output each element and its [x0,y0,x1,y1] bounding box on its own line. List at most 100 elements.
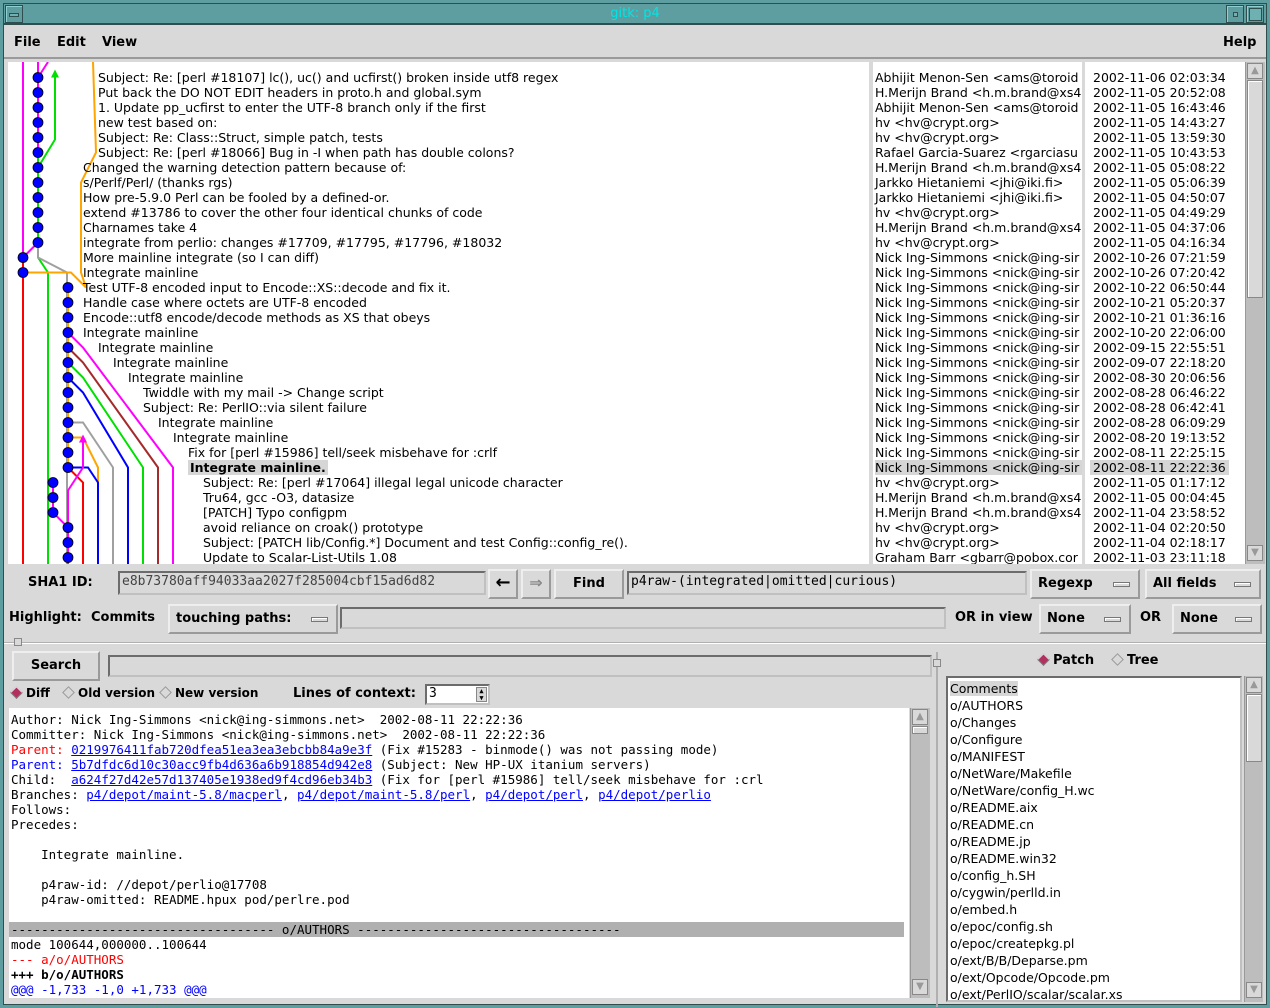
commit-node[interactable] [62,297,74,308]
commit-node[interactable] [62,402,74,413]
commit-row-subject[interactable]: Integrate mainline [173,430,288,445]
commit-row-subject[interactable]: avoid reliance on croak() prototype [203,520,423,535]
find-type-dropdown[interactable]: Regexp [1030,569,1140,599]
scroll-up-arrow-icon[interactable]: ▲ [1246,677,1262,693]
commit-row-author[interactable]: H.Merijn Brand <h.m.brand@xs4 [875,85,1082,100]
file-list-item[interactable]: o/MANIFEST [950,749,1025,764]
highlight-paths-input[interactable] [340,607,946,629]
commit-node[interactable] [62,522,74,533]
commit-node[interactable] [17,252,29,263]
commit-row-author[interactable]: Nick Ing-Simmons <nick@ing-sir [875,280,1082,295]
file-list-item[interactable]: o/AUTHORS [950,698,1023,713]
commit-row-author[interactable]: Nick Ing-Simmons <nick@ing-sir [875,385,1082,400]
commit-details-text[interactable]: Author: Nick Ing-Simmons <nick@ing-simmo… [9,708,909,998]
commit-row-subject[interactable]: Subject: Re: PerlIO::via silent failure [143,400,367,415]
commit-row-date[interactable]: 2002-10-20 22:06:00 [1090,325,1229,340]
commit-node[interactable] [62,552,74,563]
menu-help[interactable]: Help [1223,35,1256,50]
scroll-down-arrow-icon[interactable]: ▼ [912,979,928,995]
commit-row-author[interactable]: hv <hv@crypt.org> [875,235,1082,250]
tree-radio[interactable]: Tree [1111,653,1158,668]
commit-row-date[interactable]: 2002-11-05 04:49:29 [1090,205,1229,220]
file-list[interactable]: Comments o/AUTHORS o/Changes o/Configure o/M… [946,676,1242,1002]
commit-row-subject[interactable]: Put back the DO NOT EDIT headers in prot… [98,85,482,100]
commit-row-subject[interactable]: Update to Scalar-List-Utils 1.08 [203,550,397,564]
file-list-item[interactable]: o/README.cn [950,817,1034,832]
commit-row-author[interactable]: Nick Ing-Simmons <nick@ing-sir [875,460,1082,475]
commit-row-subject[interactable]: Subject: Re: [perl #17064] illegal legal… [203,475,563,490]
commit-node[interactable] [62,357,74,368]
details-scrollbar[interactable]: ▲ ▼ [910,708,930,998]
commit-row-author[interactable]: Nick Ing-Simmons <nick@ing-sir [875,325,1082,340]
spinbox-arrows-icon[interactable]: ▲ ▼ [476,687,487,702]
or-dropdown[interactable]: None [1172,604,1262,634]
scroll-thumb[interactable] [1246,694,1262,762]
commit-row-date[interactable]: 2002-10-21 01:36:16 [1090,310,1229,325]
commit-row-date[interactable]: 2002-09-15 22:55:51 [1090,340,1229,355]
commit-row-author[interactable]: Nick Ing-Simmons <nick@ing-sir [875,370,1082,385]
old-version-radio[interactable]: Old version [62,686,155,700]
maximize-button[interactable] [1246,5,1264,23]
commit-row-date[interactable]: 2002-11-05 04:37:06 [1090,220,1229,235]
commit-row-subject[interactable]: Integrate mainline [83,265,198,280]
scroll-up-arrow-icon[interactable]: ▲ [912,709,928,725]
commit-row-date[interactable]: 2002-11-04 02:20:50 [1090,520,1229,535]
sash-handle[interactable] [933,659,941,667]
branch-link[interactable]: p4/depot/maint-5.8/perl [297,787,470,802]
commit-row-author[interactable]: hv <hv@crypt.org> [875,115,1082,130]
search-input[interactable] [108,655,932,677]
file-list-item[interactable]: o/epoc/config.sh [950,919,1053,934]
vertical-pane-divider[interactable] [936,652,938,1007]
commit-row-date[interactable]: 2002-11-05 20:52:08 [1090,85,1229,100]
highlight-mode-dropdown[interactable]: touching paths: [168,604,338,634]
commit-row-subject[interactable]: Integrate mainline [113,355,228,370]
commit-row-author[interactable]: Nick Ing-Simmons <nick@ing-sir [875,310,1082,325]
commit-row-date[interactable]: 2002-11-05 05:08:22 [1090,160,1229,175]
commit-row-author[interactable]: Nick Ing-Simmons <nick@ing-sir [875,340,1082,355]
parent-sha-link[interactable]: 0219976411fab720dfea51ea3ea3ebcbb84a9e3f [71,742,372,757]
commit-row-date[interactable]: 2002-11-05 05:06:39 [1090,175,1229,190]
commit-row-author[interactable]: hv <hv@crypt.org> [875,520,1082,535]
commit-node[interactable] [47,507,59,518]
file-list-item[interactable]: o/epoc/createpkg.pl [950,936,1074,951]
child-sha-link[interactable]: a624f27d42e57d137405e1938ed9f4cd96eb34b3 [71,772,372,787]
sash-handle[interactable] [14,638,22,646]
commit-row-author[interactable]: Nick Ing-Simmons <nick@ing-sir [875,250,1082,265]
branch-link[interactable]: p4/depot/maint-5.8/macperl [86,787,282,802]
commit-row-date[interactable]: 2002-11-04 02:18:17 [1090,535,1229,550]
commit-row-date[interactable]: 2002-10-21 05:20:37 [1090,295,1229,310]
commit-node[interactable] [32,132,44,143]
back-button[interactable]: ← [488,569,518,599]
commit-node[interactable] [32,192,44,203]
commit-node[interactable] [17,267,29,278]
commit-row-author[interactable]: Rafael Garcia-Suarez <rgarciasu [875,145,1082,160]
file-list-item[interactable]: o/README.jp [950,834,1031,849]
commit-row-date[interactable]: 2002-08-30 20:06:56 [1090,370,1229,385]
scroll-thumb[interactable] [912,726,928,734]
scroll-down-arrow-icon[interactable]: ▼ [1246,982,1262,998]
find-button[interactable]: Find [554,569,624,599]
commit-node[interactable] [32,207,44,218]
commit-row-date[interactable]: 2002-11-05 16:43:46 [1090,100,1229,115]
branch-link[interactable]: p4/depot/perlio [598,787,711,802]
diff-radio[interactable]: Diff [10,686,50,700]
file-list-item[interactable]: o/cygwin/perlld.in [950,885,1061,900]
file-list-item[interactable]: o/ext/PerlIO/scalar/scalar.xs [950,987,1123,1000]
commit-node[interactable] [47,477,59,488]
commit-row-subject[interactable]: Subject: [PATCH lib/Config.*] Document a… [203,535,628,550]
commit-node[interactable] [62,462,74,473]
commit-row-subject[interactable]: Integrate mainline [83,325,198,340]
patch-radio[interactable]: Patch [1037,653,1094,668]
commit-row-subject[interactable]: [PATCH] Typo configpm [203,505,347,520]
commit-row-author[interactable]: Abhijit Menon-Sen <ams@toroid [875,70,1082,85]
commit-row-subject[interactable]: Integrate mainline [158,415,273,430]
commit-node[interactable] [32,222,44,233]
find-fields-dropdown[interactable]: All fields [1145,569,1261,599]
file-list-item[interactable]: o/Configure [950,732,1022,747]
commit-row-author[interactable]: Nick Ing-Simmons <nick@ing-sir [875,400,1082,415]
commit-row-date[interactable]: 2002-08-28 06:09:29 [1090,415,1229,430]
commit-row-subject[interactable]: How pre-5.9.0 Perl can be fooled by a de… [83,190,390,205]
file-list-item[interactable]: o/README.aix [950,800,1038,815]
scroll-down-arrow-icon[interactable]: ▼ [1247,545,1263,561]
date-list-pane[interactable]: 2002-11-06 02:03:34 2002-11-05 20:52:08 20… [1085,62,1245,564]
